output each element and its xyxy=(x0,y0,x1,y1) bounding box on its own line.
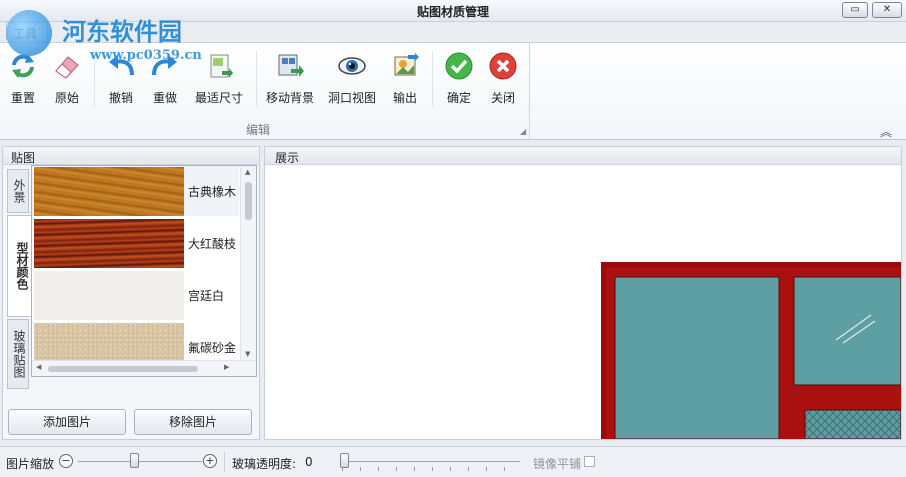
white-swatch xyxy=(34,271,184,320)
status-separator xyxy=(224,452,225,472)
tab-scenery[interactable]: 外景 xyxy=(7,169,29,213)
refresh-icon xyxy=(12,54,34,78)
window-frame-preview xyxy=(601,262,901,439)
undo-button[interactable]: 撤销 xyxy=(104,51,138,107)
ribbon-group-caption: 编辑 xyxy=(245,123,270,137)
texture-list[interactable]: 古典橡木 大红酸枝 宫廷白 氟碳砂金 ▲ ▼ ◀ ▶ xyxy=(31,165,257,377)
red-close-icon xyxy=(489,52,517,80)
zoom-slider-track[interactable] xyxy=(78,461,202,462)
fit-size-button[interactable]: 最适尺寸 xyxy=(192,51,246,107)
list-item-label: 大红酸枝 xyxy=(188,237,237,251)
move-background-label: 移动背景 xyxy=(265,91,314,105)
preview-canvas[interactable] xyxy=(265,165,901,439)
glass-pane-left xyxy=(614,276,780,439)
glass-transparency-label: 玻璃透明度: xyxy=(232,457,297,471)
scroll-left-icon[interactable]: ◀ xyxy=(36,363,41,371)
zoom-out-icon[interactable]: − xyxy=(59,454,73,468)
original-button[interactable]: 原始 xyxy=(50,51,84,107)
remove-image-button[interactable]: 移除图片 xyxy=(134,409,252,435)
title-bar: 贴图材质管理 ▭ ✕ xyxy=(0,0,906,22)
export-label: 输出 xyxy=(392,91,417,105)
zoom-slider-thumb[interactable] xyxy=(130,453,139,468)
close-window-button[interactable]: ✕ xyxy=(872,2,902,18)
preview-panel-title: 展示 xyxy=(265,147,901,165)
confirm-button[interactable]: 确定 xyxy=(442,51,476,107)
group-launcher-icon[interactable]: ◢ xyxy=(520,127,526,136)
list-vertical-scrollbar[interactable]: ▲ ▼ xyxy=(240,166,256,362)
collapse-ribbon-icon[interactable]: ︽ xyxy=(880,123,892,140)
list-horizontal-scrollbar[interactable]: ◀ ▶ xyxy=(32,360,256,376)
ribbon-separator xyxy=(432,51,433,107)
mirror-tile-checkbox[interactable] xyxy=(584,456,595,467)
ribbon-separator xyxy=(256,51,257,107)
ribbon: 重置 原始 撤销 重做 最适尺寸 移动背景 洞口视图 输出 确定 关闭 编辑 ◢… xyxy=(0,42,906,140)
fit-size-label: 最适尺寸 xyxy=(194,91,243,105)
glass-slider-track[interactable] xyxy=(342,461,520,462)
reset-label: 重置 xyxy=(10,91,35,105)
redo-button[interactable]: 重做 xyxy=(148,51,182,107)
eye-icon xyxy=(338,57,366,75)
scroll-down-icon[interactable]: ▼ xyxy=(245,350,250,358)
fit-size-icon xyxy=(210,54,233,78)
eraser-icon xyxy=(55,56,79,79)
scroll-thumb[interactable] xyxy=(48,366,198,372)
zoom-label: 图片缩放 xyxy=(6,457,55,471)
list-item[interactable]: 古典橡木 xyxy=(32,166,239,217)
maximize-button[interactable]: ▭ xyxy=(842,2,868,18)
undo-label: 撤销 xyxy=(108,91,133,105)
mirror-tile-label: 镜像平铺 xyxy=(533,457,582,471)
glass-pane-upper-right xyxy=(793,276,901,386)
preview-panel: 展示 xyxy=(264,146,902,440)
close-button[interactable]: 关闭 xyxy=(486,51,520,107)
list-item-label: 古典橡木 xyxy=(188,185,237,199)
tab-glass-texture[interactable]: 玻璃贴图 xyxy=(7,319,29,389)
oak-swatch xyxy=(34,167,184,216)
texture-panel: 贴图 外景 型材颜色 玻璃贴图 古典橡木 大红酸枝 宫廷白 氟碳砂金 ▲ ▼ ◀ xyxy=(2,146,260,440)
hole-view-button[interactable]: 洞口视图 xyxy=(326,51,378,107)
scroll-right-icon[interactable]: ▶ xyxy=(224,363,229,371)
undo-icon xyxy=(109,55,134,76)
reset-button[interactable]: 重置 xyxy=(6,51,40,107)
tab-profile-color[interactable]: 型材颜色 xyxy=(7,215,31,317)
list-item-label: 氟碳砂金 xyxy=(188,341,237,355)
ribbon-group-edit: 重置 原始 撤销 重做 最适尺寸 移动背景 洞口视图 输出 确定 关闭 编辑 ◢ xyxy=(0,43,530,139)
list-item[interactable]: 大红酸枝 xyxy=(32,218,239,269)
redo-icon xyxy=(152,55,177,76)
add-image-button[interactable]: 添加图片 xyxy=(8,409,126,435)
original-label: 原始 xyxy=(54,91,79,105)
scroll-thumb[interactable] xyxy=(245,182,252,220)
export-image-icon xyxy=(394,53,419,76)
list-item[interactable]: 宫廷白 xyxy=(32,270,239,321)
redo-label: 重做 xyxy=(152,91,177,105)
green-check-icon xyxy=(445,52,473,80)
close-label: 关闭 xyxy=(490,91,515,105)
rosewood-swatch xyxy=(34,219,184,268)
window-title: 贴图材质管理 xyxy=(416,5,489,19)
ribbon-separator xyxy=(94,51,95,107)
texture-panel-title: 贴图 xyxy=(3,147,259,165)
hole-view-label: 洞口视图 xyxy=(327,91,376,105)
glass-slider-thumb[interactable] xyxy=(340,453,349,468)
export-button[interactable]: 输出 xyxy=(388,51,422,107)
zoom-in-icon[interactable]: + xyxy=(203,454,217,468)
status-bar: 图片缩放 − + 玻璃透明度: 0 镜像平铺 xyxy=(0,446,906,477)
glass-slider-ticks xyxy=(342,467,520,471)
move-background-icon xyxy=(278,54,304,77)
glass-transparency-value: 0 xyxy=(305,455,313,469)
screen-mesh xyxy=(804,409,901,439)
list-item-label: 宫廷白 xyxy=(188,289,225,303)
move-background-button[interactable]: 移动背景 xyxy=(264,51,316,107)
scroll-up-icon[interactable]: ▲ xyxy=(245,168,250,176)
confirm-label: 确定 xyxy=(446,91,471,105)
tab-tools[interactable]: 工具 xyxy=(6,22,48,41)
